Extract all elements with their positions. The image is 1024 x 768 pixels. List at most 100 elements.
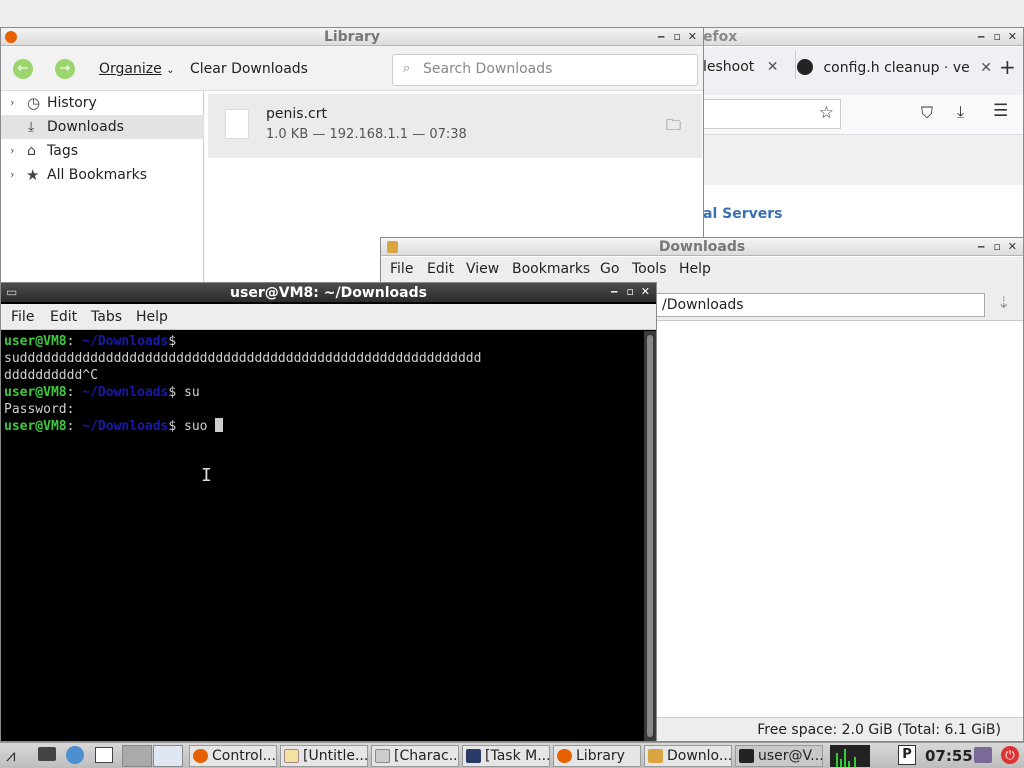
task-untitled[interactable]: [Untitle... bbox=[280, 745, 368, 767]
task-label: Downlo... bbox=[667, 748, 732, 764]
menu-bookmarks[interactable]: Bookmarks bbox=[512, 257, 590, 281]
library-sidebar: › ◷ History ⤓ Downloads › ⌂ Tags › ★ All… bbox=[1, 91, 204, 284]
tab-label: leshoot bbox=[703, 59, 755, 75]
task-manager-icon bbox=[466, 749, 481, 763]
download-icon[interactable]: ⤓ bbox=[957, 102, 964, 122]
workspace-2[interactable] bbox=[153, 745, 183, 767]
sidebar-item-tags[interactable]: › ⌂ Tags bbox=[1, 139, 204, 163]
prompt-end: $ bbox=[168, 385, 185, 400]
menu-icon[interactable]: ☰ bbox=[993, 101, 1008, 121]
clock[interactable]: 07:55 bbox=[925, 747, 973, 765]
minimize-icon[interactable]: ‒ bbox=[657, 28, 665, 46]
forward-icon[interactable]: → bbox=[55, 59, 75, 79]
task-terminal[interactable]: user@V... bbox=[735, 745, 823, 767]
terminal-line: user@VM8: ~/Downloads$ su bbox=[4, 384, 643, 401]
path-value: /Downloads bbox=[662, 297, 744, 313]
task-label: [Charac... bbox=[394, 748, 459, 764]
chevron-right-icon: › bbox=[10, 144, 15, 157]
power-icon[interactable]: ⏻ bbox=[1001, 746, 1019, 764]
maximize-icon[interactable]: ▫ bbox=[674, 28, 681, 46]
workspace-1[interactable] bbox=[122, 745, 152, 767]
close-tab-icon[interactable]: ✕ bbox=[980, 60, 992, 76]
page-header-band bbox=[703, 135, 1023, 185]
prompt-path: ~/Downloads bbox=[74, 334, 169, 349]
close-icon[interactable]: ✕ bbox=[1008, 28, 1017, 46]
minimize-icon[interactable]: ‒ bbox=[610, 283, 618, 301]
tab-troubleshoot[interactable]: leshoot ✕ bbox=[703, 59, 778, 75]
sidebar-item-label: All Bookmarks bbox=[47, 167, 148, 183]
clipboard-icon[interactable]: P bbox=[898, 745, 916, 765]
go-icon[interactable]: ⇣ bbox=[997, 293, 1010, 312]
clock-icon: ◷ bbox=[27, 94, 41, 112]
pocket-icon[interactable]: ⛉ bbox=[921, 103, 933, 123]
download-filename: penis.crt bbox=[266, 106, 327, 122]
task-library[interactable]: Library bbox=[553, 745, 641, 767]
filemanager-titlebar: Downloads ‒ ▫ ✕ bbox=[381, 238, 1023, 256]
prompt-path: ~/Downloads bbox=[74, 385, 169, 400]
menu-file[interactable]: File bbox=[11, 304, 34, 330]
new-tab-icon[interactable]: + bbox=[999, 55, 1016, 79]
library-titlebar: Library ‒ ▫ ✕ bbox=[1, 28, 703, 46]
sidebar-item-label: Downloads bbox=[47, 119, 124, 135]
maximize-icon[interactable]: ▫ bbox=[627, 283, 634, 301]
menu-go[interactable]: Go bbox=[600, 257, 619, 281]
prompt-user: user@VM8 bbox=[4, 334, 67, 349]
notification-icon[interactable] bbox=[974, 747, 992, 763]
page-link[interactable]: al Servers bbox=[703, 206, 782, 222]
firefox-navbar: ☆ ⛉ ⤓ ☰ bbox=[703, 95, 1023, 135]
close-icon[interactable]: ✕ bbox=[688, 28, 697, 46]
scrollbar-thumb[interactable] bbox=[647, 335, 653, 737]
close-icon[interactable]: ✕ bbox=[1008, 238, 1017, 256]
organize-button[interactable]: Organize ⌄ bbox=[99, 61, 175, 77]
filemanager-title: Downloads bbox=[658, 239, 746, 255]
menu-help[interactable]: Help bbox=[136, 304, 168, 330]
show-desktop-icon[interactable] bbox=[95, 747, 113, 763]
star-icon[interactable]: ☆ bbox=[819, 103, 834, 123]
browser-launcher-icon[interactable] bbox=[66, 746, 84, 764]
task-downloads[interactable]: Downlo... bbox=[644, 745, 732, 767]
maximize-icon[interactable]: ▫ bbox=[994, 238, 1001, 256]
terminal-menubar: File Edit Tabs Help bbox=[1, 304, 656, 330]
command-text: suo bbox=[184, 419, 216, 434]
sidebar-item-downloads[interactable]: ⤓ Downloads bbox=[1, 115, 204, 139]
start-menu-icon[interactable]: ⩘ bbox=[6, 746, 16, 766]
firefox-logo-icon bbox=[5, 31, 17, 43]
tab-config-cleanup[interactable]: config.h cleanup · ve ✕ bbox=[797, 59, 992, 76]
download-icon: ⤓ bbox=[28, 119, 35, 135]
task-control[interactable]: Control... bbox=[189, 745, 277, 767]
url-bar[interactable]: ☆ bbox=[703, 99, 841, 129]
menu-edit[interactable]: Edit bbox=[50, 304, 77, 330]
search-input[interactable]: ⌕ Search Downloads bbox=[392, 54, 698, 86]
minimize-icon[interactable]: ‒ bbox=[977, 28, 985, 46]
library-toolbar: ← → Organize ⌄ Clear Downloads ⌕ Search … bbox=[1, 47, 703, 91]
filemanager-menubar: File Edit View Bookmarks Go Tools Help bbox=[381, 257, 1023, 281]
back-icon[interactable]: ← bbox=[13, 59, 33, 79]
menu-tabs[interactable]: Tabs bbox=[91, 304, 122, 330]
sidebar-item-all-bookmarks[interactable]: › ★ All Bookmarks bbox=[1, 163, 204, 187]
terminal-icon bbox=[739, 749, 754, 763]
terminal-screen[interactable]: user@VM8: ~/Downloads$ suddddddddddddddd… bbox=[1, 331, 646, 741]
maximize-icon[interactable]: ▫ bbox=[994, 28, 1001, 46]
terminal-window: ▭ user@VM8: ~/Downloads ‒ ▫ ✕ File Edit … bbox=[0, 282, 657, 742]
sidebar-item-history[interactable]: › ◷ History bbox=[1, 91, 204, 115]
close-tab-icon[interactable]: ✕ bbox=[767, 59, 779, 75]
menu-view[interactable]: View bbox=[466, 257, 499, 281]
task-label: [Untitle... bbox=[303, 748, 368, 764]
task-charmap[interactable]: [Charac... bbox=[371, 745, 459, 767]
menu-file[interactable]: File bbox=[390, 257, 413, 281]
menu-tools[interactable]: Tools bbox=[632, 257, 667, 281]
folder-icon[interactable]: 🗀 bbox=[666, 115, 681, 140]
menu-help[interactable]: Help bbox=[679, 257, 711, 281]
character-map-icon bbox=[375, 749, 390, 763]
minimize-icon[interactable]: ‒ bbox=[977, 238, 985, 256]
download-item[interactable]: penis.crt 1.0 KB — 192.168.1.1 — 07:38 🗀 bbox=[208, 94, 702, 158]
clear-downloads-button[interactable]: Clear Downloads bbox=[190, 61, 308, 77]
terminal-line: Password: bbox=[4, 401, 643, 418]
menu-edit[interactable]: Edit bbox=[427, 257, 454, 281]
close-icon[interactable]: ✕ bbox=[641, 283, 650, 301]
terminal-scrollbar[interactable] bbox=[644, 331, 656, 741]
prompt-end: $ bbox=[168, 334, 177, 349]
chevron-right-icon: › bbox=[10, 96, 15, 109]
file-manager-launcher-icon[interactable] bbox=[38, 747, 56, 761]
task-taskmanager[interactable]: [Task M... bbox=[462, 745, 550, 767]
